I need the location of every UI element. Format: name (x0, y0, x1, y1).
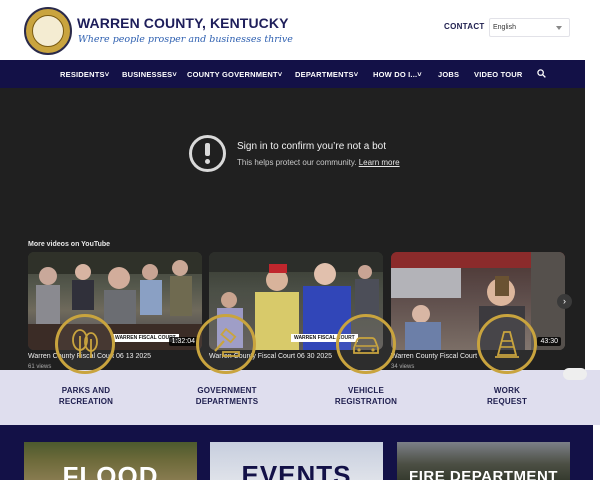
quick-link-vehicle[interactable]: VEHICLE REGISTRATION (311, 385, 421, 407)
chevron-down-icon (556, 26, 562, 30)
signin-message-sub: This helps protect our community. Learn … (237, 158, 400, 167)
scroll-handle[interactable] (563, 368, 587, 380)
video-duration: 43:30 (537, 337, 561, 346)
feature-card-events[interactable]: EVENTS (210, 442, 383, 480)
quick-link-line2: DEPARTMENTS (195, 397, 259, 406)
quick-link-line1: VEHICLE (347, 386, 385, 395)
page: WARREN COUNTY, KENTUCKY Where people pro… (0, 0, 600, 480)
alert-icon-dot (205, 159, 210, 164)
learn-more-link[interactable]: Learn more (359, 158, 400, 167)
video-title-3[interactable]: Warren County Fiscal Court (391, 353, 477, 360)
quick-link-work-request-circle[interactable] (477, 314, 537, 374)
nav-item-county-government[interactable]: COUNTY GOVERNMENT˅ (187, 70, 282, 79)
search-icon[interactable] (537, 69, 546, 78)
feature-card-fire-department[interactable]: FIRE DEPARTMENT (397, 442, 570, 480)
contact-link[interactable]: CONTACT (444, 22, 485, 31)
quick-link-line2: REQUEST (486, 397, 528, 406)
quick-link-vehicle-circle[interactable] (336, 314, 396, 374)
feature-card-title: FLOOD (62, 461, 159, 480)
quick-link-parks-circle[interactable] (55, 314, 115, 374)
site-header: WARREN COUNTY, KENTUCKY Where people pro… (0, 0, 600, 60)
quick-link-parks[interactable]: PARKS AND RECREATION (31, 385, 141, 407)
nav-item-how-do-i[interactable]: HOW DO I...˅ (373, 70, 422, 79)
next-videos-button[interactable]: › (557, 294, 572, 309)
feature-card-title: FIRE DEPARTMENT (409, 468, 558, 480)
quick-link-line2: RECREATION (58, 397, 114, 406)
main-nav: RESIDENTS˅ BUSINESSES˅ COUNTY GOVERNMENT… (0, 60, 585, 88)
county-seal-logo[interactable] (24, 7, 72, 55)
car-icon (353, 337, 379, 354)
nav-item-departments[interactable]: DEPARTMENTS˅ (295, 70, 358, 79)
nav-item-video-tour[interactable]: VIDEO TOUR (474, 70, 523, 79)
signin-message-title: Sign in to confirm you’re not a bot (237, 141, 386, 152)
language-value: English (493, 24, 516, 31)
quick-link-line2: REGISTRATION (334, 397, 398, 406)
video-duration: 1:32:04 (168, 337, 198, 346)
gavel-icon (214, 328, 240, 357)
site-title[interactable]: WARREN COUNTY, KENTUCKY (77, 15, 289, 31)
trees-icon (72, 329, 98, 358)
quick-link-departments[interactable]: GOVERNMENT DEPARTMENTS (172, 385, 282, 407)
more-videos-heading: More videos on YouTube (28, 241, 111, 248)
site-tagline: Where people prosper and businesses thri… (78, 34, 293, 45)
nav-item-businesses[interactable]: BUSINESSES˅ (122, 70, 177, 79)
nav-item-residents[interactable]: RESIDENTS˅ (60, 70, 109, 79)
quick-link-line1: PARKS AND (61, 386, 111, 395)
seal-center (32, 15, 64, 47)
nav-item-jobs[interactable]: JOBS (438, 70, 459, 79)
signin-sub-text: This helps protect our community. (237, 158, 357, 167)
quick-link-work-request[interactable]: WORK REQUEST (452, 385, 562, 407)
feature-card-flood[interactable]: FLOOD (24, 442, 197, 480)
traffic-cone-icon (495, 331, 519, 358)
video-thumbnail-1[interactable]: WARREN FISCAL COURT 1:32:04 (28, 252, 202, 350)
language-select[interactable]: English (489, 18, 570, 37)
quick-link-line1: GOVERNMENT (197, 386, 257, 395)
feature-card-title: EVENTS (241, 460, 352, 480)
quick-link-departments-circle[interactable] (196, 314, 256, 374)
alert-icon-bar (205, 143, 210, 156)
quick-link-line1: WORK (493, 386, 521, 395)
